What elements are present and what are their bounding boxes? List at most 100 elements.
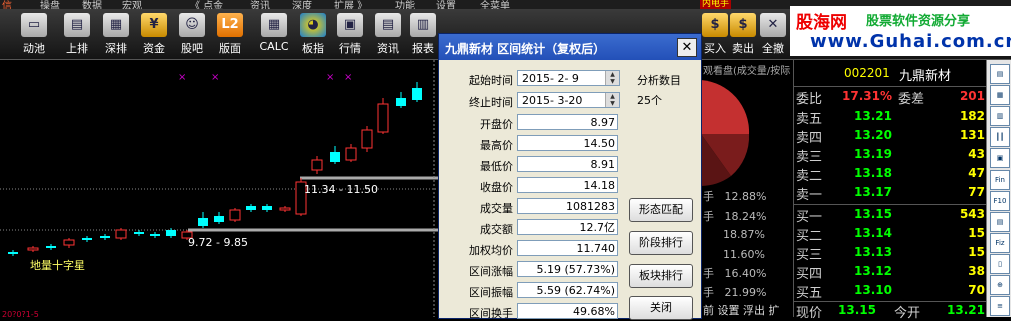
order-volume: 543 (959, 207, 985, 221)
order-level: 买四 (796, 267, 823, 282)
list-icon[interactable]: ≡ (990, 296, 1010, 316)
orderbook-row[interactable]: 卖一 13.17 77 (794, 184, 987, 203)
flow-header[interactable]: 观看盘(成交量/按际 (703, 62, 790, 77)
candle-body (412, 88, 422, 100)
stat-value: 5.59 (62.74%) (517, 282, 618, 298)
order-price: 13.18 (854, 166, 892, 180)
dialog-titlebar[interactable]: 九鼎新材 区间统计（复权后） ✕ (439, 34, 701, 60)
toolbar-button-sort-up[interactable]: ▤ 上排 (57, 11, 97, 57)
candle-body (396, 98, 406, 106)
candle-body (345, 147, 357, 161)
ohlc-icon[interactable]: ▤ (990, 64, 1010, 84)
fin-icon[interactable]: Fin (990, 170, 1010, 190)
diff-label: 委差 (898, 92, 925, 107)
close-button[interactable]: 关闭 (629, 296, 693, 320)
toolbar-label: 卖出 (732, 42, 754, 55)
stats-icon[interactable]: ▥ (990, 106, 1010, 126)
close-icon[interactable]: ✕ (677, 38, 697, 57)
calendar-icon[interactable]: ▦ (990, 85, 1010, 105)
orderbook-row[interactable]: 买四 13.12 38 (794, 263, 987, 282)
orderbook-divider (794, 204, 987, 205)
pattern-match-button[interactable]: 形态匹配 (629, 198, 693, 222)
candle-body (229, 209, 241, 221)
sort-up-icon: ▤ (64, 13, 90, 37)
candle-body (46, 246, 56, 248)
order-price: 13.13 (854, 245, 892, 259)
orderbook-row[interactable]: 卖三 13.19 43 (794, 146, 987, 165)
toolbar-label: CALC (259, 40, 289, 53)
flow-row-value: 11.60% (723, 248, 765, 261)
menu-item-0[interactable]: 信 (2, 0, 12, 9)
l2-icon: L2 (217, 13, 243, 37)
toolbar-button-money[interactable]: ¥ 资金 (134, 11, 174, 57)
toolbar-button-report[interactable]: ▥ 报表 (408, 11, 438, 57)
open-value: 13.21 (947, 303, 985, 317)
order-level: 卖三 (796, 150, 823, 165)
candle-body (311, 159, 323, 171)
toolbar-button-calc[interactable]: ▦ CALC (254, 11, 294, 57)
candle-icon[interactable]: ┃┃ (990, 127, 1010, 147)
order-price: 13.21 (854, 109, 892, 123)
orderbook-row[interactable]: 买三 13.13 15 (794, 244, 987, 263)
menu-item-9[interactable]: 设置 (436, 0, 456, 9)
orderbook-row[interactable]: 买二 13.14 15 (794, 225, 987, 244)
candle-body (330, 152, 340, 162)
f10-icon[interactable]: F10 (990, 191, 1010, 211)
menu-item-4[interactable]: 《 点金 (190, 0, 223, 9)
menu-item-10[interactable]: 全菜单 (480, 0, 510, 9)
table-icon[interactable]: ▤ (990, 212, 1010, 232)
start-date-value: 2015- 2- 9 (522, 72, 579, 85)
order-level: 卖五 (796, 112, 823, 127)
toolbar-label: 资讯 (377, 42, 399, 55)
candle-body (198, 218, 208, 226)
menu-item-3[interactable]: 宏观 (122, 0, 142, 9)
kline-chart[interactable]: × × × × 9.72 - 9.85 11.34 - 11.50 地量十字星 … (0, 60, 440, 319)
end-date-picker[interactable]: 2015- 3-20 ▲ ▼ (517, 92, 620, 108)
stat-row: 最低价 8.91 (439, 156, 624, 174)
chart-icon[interactable]: ▣ (990, 148, 1010, 168)
fiz-icon[interactable]: Fiz (990, 233, 1010, 253)
flow-footer-links[interactable]: 前 设置 浮出 扩 (703, 302, 780, 318)
orderbook-row[interactable]: 买一 13.15 543 (794, 206, 987, 225)
toolbar-button-forum[interactable]: ☺ 股吧 (172, 11, 212, 57)
menu-item-2[interactable]: 数据 (82, 0, 102, 9)
count-label: 分析数目 (637, 74, 681, 87)
menu-item-1[interactable]: 操盘 (40, 0, 60, 9)
menu-item-6[interactable]: 深度 (292, 0, 312, 9)
toolbar-button-buy[interactable]: $ 买入 (700, 11, 730, 57)
order-volume: 43 (968, 147, 985, 161)
sector-rank-button[interactable]: 板块排行 (629, 264, 693, 288)
stat-label: 区间振幅 (469, 286, 513, 299)
orderbook-row[interactable]: 卖五 13.21 182 (794, 108, 987, 127)
toolbar-button-sector-index[interactable]: ◕ 板指 (293, 11, 333, 57)
spin-icon[interactable]: ▲ ▼ (605, 93, 619, 107)
toolbar-button-pool[interactable]: ▭ 动池 (14, 11, 54, 57)
toolbar-button-news[interactable]: ▤ 资讯 (368, 11, 408, 57)
stat-label: 区间涨幅 (469, 265, 513, 278)
toolbar-button-sell[interactable]: $ 卖出 (728, 11, 758, 57)
trade-tab[interactable]: 内电手 (700, 0, 732, 9)
candle-body (279, 207, 291, 211)
book-icon[interactable]: ▯ (990, 254, 1010, 274)
now-label: 现价 (796, 306, 823, 321)
start-date-label: 起始时间 (469, 74, 513, 87)
stat-label: 最低价 (480, 160, 513, 173)
menu-item-8[interactable]: 功能 (395, 0, 415, 9)
toolbar-button-deep-sort[interactable]: ▦ 深排 (96, 11, 136, 57)
spin-icon[interactable]: ▲ ▼ (605, 71, 619, 85)
stat-row: 收盘价 14.18 (439, 177, 624, 195)
toolbar-button-cancel-all[interactable]: ✕ 全撤 (758, 11, 788, 57)
toolbar-button-layout[interactable]: L2 版面 (210, 11, 250, 57)
orderbook-row[interactable]: 买五 13.10 70 (794, 282, 987, 301)
zoom-icon[interactable]: ⊕ (990, 275, 1010, 295)
menu-item-5[interactable]: 资讯 (250, 0, 270, 9)
stat-label: 加权均价 (469, 244, 513, 257)
marker-x: × (178, 72, 186, 83)
start-date-picker[interactable]: 2015- 2- 9 ▲ ▼ (517, 70, 620, 86)
order-price: 13.14 (854, 226, 892, 240)
stage-rank-button[interactable]: 阶段排行 (629, 231, 693, 255)
menu-item-7[interactable]: 扩展 》 (334, 0, 367, 9)
orderbook-row[interactable]: 卖二 13.18 47 (794, 165, 987, 184)
orderbook-row[interactable]: 卖四 13.20 131 (794, 127, 987, 146)
toolbar-button-quote[interactable]: ▣ 行情 (330, 11, 370, 57)
